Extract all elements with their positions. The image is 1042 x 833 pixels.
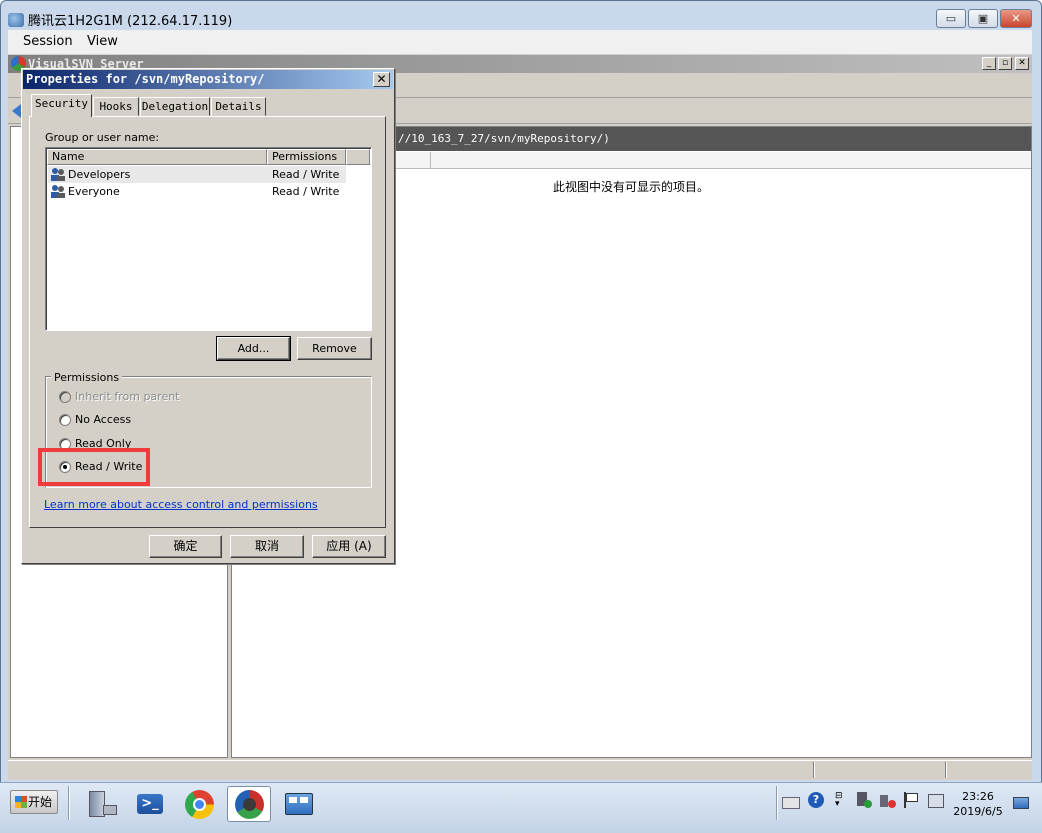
clock[interactable]: 23:26 2019/6/5 [948, 789, 1008, 819]
tab-hooks[interactable]: Hooks [93, 97, 139, 116]
menu-session[interactable]: Session [23, 34, 73, 49]
close-button[interactable]: ✕ [1000, 9, 1032, 28]
server-manager-icon[interactable] [78, 786, 122, 822]
list-item[interactable]: Everyone Read / Write [48, 183, 346, 200]
permissions-legend: Permissions [51, 371, 123, 384]
keyboard-icon[interactable] [782, 792, 800, 810]
radio-label: No Access [75, 413, 132, 426]
action-center-flag-icon[interactable] [904, 792, 920, 810]
start-label: 开始 [28, 795, 53, 809]
tab-delegation[interactable]: Delegation [140, 97, 210, 116]
taskbar-divider [68, 786, 70, 820]
chrome-icon[interactable] [177, 786, 221, 822]
learn-more-link[interactable]: Learn more about access control and perm… [44, 498, 318, 511]
ok-button[interactable]: 确定 [149, 535, 222, 558]
rdp-menubar: Session View [8, 30, 1032, 54]
rdp-title-text: 腾讯云1H2G1M (212.64.17.119) [28, 14, 233, 29]
apply-button[interactable]: 应用 (A) [312, 535, 386, 558]
tab-security[interactable]: Security [31, 94, 92, 117]
group-or-user-label: Group or user name: [45, 131, 160, 144]
radio-inherit-from-parent[interactable] [59, 391, 71, 403]
column-header-permissions[interactable]: Permissions [267, 149, 346, 165]
user-permissions: Read / Write [272, 168, 340, 181]
show-desktop-icon[interactable] [1013, 797, 1029, 809]
display-icon[interactable] [928, 792, 944, 810]
user-permissions: Read / Write [272, 185, 340, 198]
restore-button[interactable]: ▣ [968, 9, 998, 28]
path-text: //10_163_7_27/svn/myRepository/) [398, 132, 610, 145]
clock-date: 2019/6/5 [953, 805, 1003, 818]
tray-divider [776, 786, 778, 820]
back-arrow-icon[interactable] [12, 104, 21, 118]
empty-list-message: 此视图中没有可显示的项目。 [553, 180, 710, 194]
mdi-restore-button[interactable]: ▫ [998, 57, 1012, 70]
status-divider [813, 762, 815, 778]
status-divider [945, 762, 947, 778]
list-item[interactable]: Developers Read / Write [48, 166, 346, 183]
remote-desktop-icon [8, 13, 24, 27]
column-header-name[interactable]: Name [47, 149, 267, 165]
volume-muted-icon[interactable] [880, 792, 896, 810]
radio-label: Inherit from parent [75, 390, 180, 403]
radio-no-access[interactable] [59, 414, 71, 426]
network-icon[interactable] [856, 792, 872, 810]
cancel-button[interactable]: 取消 [230, 535, 304, 558]
mdi-minimize-button[interactable]: _ [982, 57, 996, 70]
help-icon[interactable]: ? [808, 792, 824, 810]
highlight-box [38, 448, 150, 486]
remove-button[interactable]: Remove [297, 337, 372, 360]
windows-logo-icon [15, 796, 27, 808]
group-icon [50, 167, 66, 181]
column-header-filler [346, 149, 370, 165]
menu-view[interactable]: View [87, 34, 118, 49]
dialog-title: Properties for /svn/myRepository/ [26, 72, 265, 86]
user-name: Everyone [68, 185, 120, 198]
mdi-close-button[interactable]: ✕ [1015, 57, 1029, 70]
clock-time: 23:26 [962, 790, 994, 803]
visualsvn-taskbar-icon[interactable] [227, 786, 271, 822]
minimize-button[interactable]: ▭ [936, 9, 966, 28]
column-divider[interactable] [430, 152, 431, 169]
powershell-icon[interactable]: >_ [128, 786, 172, 822]
rdp-window-title: 腾讯云1H2G1M (212.64.17.119) [8, 10, 232, 29]
start-button[interactable]: 开始 [10, 790, 58, 814]
user-name: Developers [68, 168, 131, 181]
group-icon [50, 184, 66, 198]
status-bar [8, 760, 1032, 780]
control-panel-icon[interactable] [277, 786, 321, 822]
add-button[interactable]: Add... [216, 336, 291, 361]
show-hidden-icons-icon[interactable]: ⊟ ▾ [835, 792, 851, 810]
tab-details[interactable]: Details [211, 97, 266, 116]
dialog-close-button[interactable]: ✕ [373, 72, 390, 87]
